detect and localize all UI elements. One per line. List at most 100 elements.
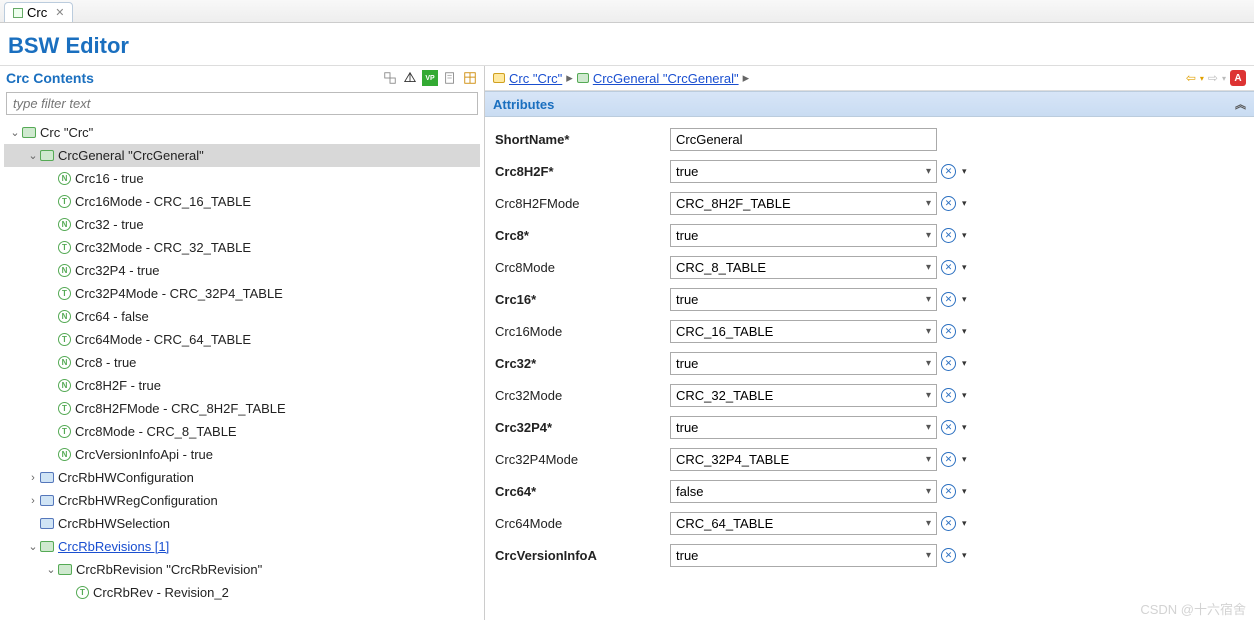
tree-row[interactable]: › CrcRbHWConfiguration	[4, 466, 480, 489]
attribute-menu-icon[interactable]: ▾	[962, 550, 967, 561]
vp-res-icon[interactable]: VP	[422, 70, 438, 86]
attribute-select[interactable]: CRC_8_TABLE▾	[670, 256, 937, 279]
attribute-select[interactable]: CRC_64_TABLE▾	[670, 512, 937, 535]
tree-row[interactable]: ·NCrc8 - true	[4, 351, 480, 374]
reset-icon[interactable]: ✕	[941, 484, 956, 499]
annotation-badge[interactable]: A	[1230, 70, 1246, 86]
tree-label: CrcRbHWConfiguration	[58, 470, 194, 485]
attribute-select[interactable]: true▾	[670, 544, 937, 567]
attribute-select[interactable]: true▾	[670, 288, 937, 311]
attribute-select[interactable]: true▾	[670, 224, 937, 247]
reset-icon[interactable]: ✕	[941, 196, 956, 211]
tree-row[interactable]: ·NCrc64 - false	[4, 305, 480, 328]
expand-closed-icon[interactable]: ›	[26, 472, 40, 484]
tree-row[interactable]: ⌄CrcGeneral "CrcGeneral"	[4, 144, 480, 167]
attribute-row: Crc16*true▾✕▾	[495, 283, 1244, 315]
attribute-select[interactable]: CRC_32P4_TABLE▾	[670, 448, 937, 471]
grid-icon[interactable]	[462, 70, 478, 86]
collapse-chevron-icon[interactable]: ︽	[1235, 96, 1246, 112]
attribute-menu-icon[interactable]: ▾	[962, 518, 967, 529]
attribute-select[interactable]: CRC_8H2F_TABLE▾	[670, 192, 937, 215]
watermark: CSDN @十六宿舍	[1140, 599, 1246, 618]
reset-icon[interactable]: ✕	[941, 548, 956, 563]
close-icon[interactable]: ✕	[55, 6, 64, 19]
tree-row[interactable]: ·TCrc16Mode - CRC_16_TABLE	[4, 190, 480, 213]
chevron-down-icon: ▾	[926, 326, 931, 337]
back-dropdown-icon[interactable]: ▾	[1200, 74, 1204, 83]
tree-row[interactable]: ⌄ Crc "Crc"	[4, 121, 480, 144]
back-arrow-icon[interactable]: ⇦	[1186, 71, 1196, 85]
attribute-menu-icon[interactable]: ▾	[962, 198, 967, 209]
doc-icon[interactable]	[442, 70, 458, 86]
attribute-menu-icon[interactable]: ▾	[962, 422, 967, 433]
tree-row[interactable]: ·CrcRbHWSelection	[4, 512, 480, 535]
attribute-text-input[interactable]	[670, 128, 937, 151]
expand-open-icon[interactable]: ⌄	[44, 563, 58, 576]
expand-closed-icon[interactable]: ›	[26, 495, 40, 507]
breadcrumb-crc[interactable]: Crc "Crc"	[509, 71, 562, 86]
attribute-menu-icon[interactable]: ▾	[962, 390, 967, 401]
attribute-label: Crc64Mode	[495, 516, 670, 531]
attributes-header[interactable]: Attributes ︽	[485, 91, 1254, 117]
reset-icon[interactable]: ✕	[941, 260, 956, 275]
attribute-menu-icon[interactable]: ▾	[962, 454, 967, 465]
tree-row[interactable]: ›CrcRbHWRegConfiguration	[4, 489, 480, 512]
tree-row[interactable]: ·TCrc8Mode - CRC_8_TABLE	[4, 420, 480, 443]
reset-icon[interactable]: ✕	[941, 292, 956, 307]
reset-icon[interactable]: ✕	[941, 516, 956, 531]
tree-row[interactable]: ⌄CrcRbRevisions [1]	[4, 535, 480, 558]
attribute-row: Crc8ModeCRC_8_TABLE▾✕▾	[495, 251, 1244, 283]
tree-row[interactable]: ·TCrc32P4Mode - CRC_32P4_TABLE	[4, 282, 480, 305]
attributes-form: ShortName*Crc8H2F*true▾✕▾Crc8H2FModeCRC_…	[485, 117, 1254, 577]
attribute-row: Crc64*false▾✕▾	[495, 475, 1244, 507]
attribute-select[interactable]: true▾	[670, 352, 937, 375]
reset-icon[interactable]: ✕	[941, 324, 956, 339]
reset-icon[interactable]: ✕	[941, 452, 956, 467]
tree-row[interactable]: ·NCrc8H2F - true	[4, 374, 480, 397]
attribute-select[interactable]: true▾	[670, 416, 937, 439]
expand-open-icon[interactable]: ⌄	[8, 126, 22, 139]
text-param-icon: T	[58, 425, 71, 438]
reset-icon[interactable]: ✕	[941, 228, 956, 243]
tree-row[interactable]: ·NCrc32P4 - true	[4, 259, 480, 282]
tab-crc[interactable]: Crc ✕	[4, 2, 73, 22]
text-param-icon: T	[58, 402, 71, 415]
tree-row[interactable]: ·NCrcVersionInfoApi - true	[4, 443, 480, 466]
attribute-select[interactable]: CRC_16_TABLE▾	[670, 320, 937, 343]
attribute-menu-icon[interactable]: ▾	[962, 166, 967, 177]
attribute-menu-icon[interactable]: ▾	[962, 230, 967, 241]
attribute-menu-icon[interactable]: ▾	[962, 486, 967, 497]
expand-open-icon[interactable]: ⌄	[26, 540, 40, 553]
attribute-select[interactable]: false▾	[670, 480, 937, 503]
tree-row[interactable]: ·NCrc32 - true	[4, 213, 480, 236]
tree-label: Crc8H2FMode - CRC_8H2F_TABLE	[75, 401, 286, 416]
reset-icon[interactable]: ✕	[941, 164, 956, 179]
attribute-menu-icon[interactable]: ▾	[962, 294, 967, 305]
attribute-menu-icon[interactable]: ▾	[962, 358, 967, 369]
collapse-tree-icon[interactable]	[402, 70, 418, 86]
tree-row[interactable]: ·TCrc8H2FMode - CRC_8H2F_TABLE	[4, 397, 480, 420]
tree-row[interactable]: ·TCrc32Mode - CRC_32_TABLE	[4, 236, 480, 259]
filter-input[interactable]	[6, 92, 478, 115]
reset-icon[interactable]: ✕	[941, 388, 956, 403]
select-value: CRC_32_TABLE	[676, 388, 773, 403]
breadcrumb-crcgeneral[interactable]: CrcGeneral "CrcGeneral"	[593, 71, 739, 86]
tree-row[interactable]: ⌄CrcRbRevision "CrcRbRevision"	[4, 558, 480, 581]
expand-all-icon[interactable]	[382, 70, 398, 86]
attribute-label: Crc16Mode	[495, 324, 670, 339]
attribute-row: Crc32P4*true▾✕▾	[495, 411, 1244, 443]
tree-row[interactable]: ·TCrc64Mode - CRC_64_TABLE	[4, 328, 480, 351]
attribute-select[interactable]: CRC_32_TABLE▾	[670, 384, 937, 407]
tree-label: Crc "Crc"	[40, 125, 93, 140]
attribute-menu-icon[interactable]: ▾	[962, 326, 967, 337]
select-value: true	[676, 292, 698, 307]
expand-open-icon[interactable]: ⌄	[26, 149, 40, 162]
select-value: true	[676, 356, 698, 371]
reset-icon[interactable]: ✕	[941, 420, 956, 435]
attribute-select[interactable]: true▾	[670, 160, 937, 183]
attribute-menu-icon[interactable]: ▾	[962, 262, 967, 273]
reset-icon[interactable]: ✕	[941, 356, 956, 371]
tree-row[interactable]: ·TCrcRbRev - Revision_2	[4, 581, 480, 604]
tree-row[interactable]: ·NCrc16 - true	[4, 167, 480, 190]
select-value: true	[676, 164, 698, 179]
